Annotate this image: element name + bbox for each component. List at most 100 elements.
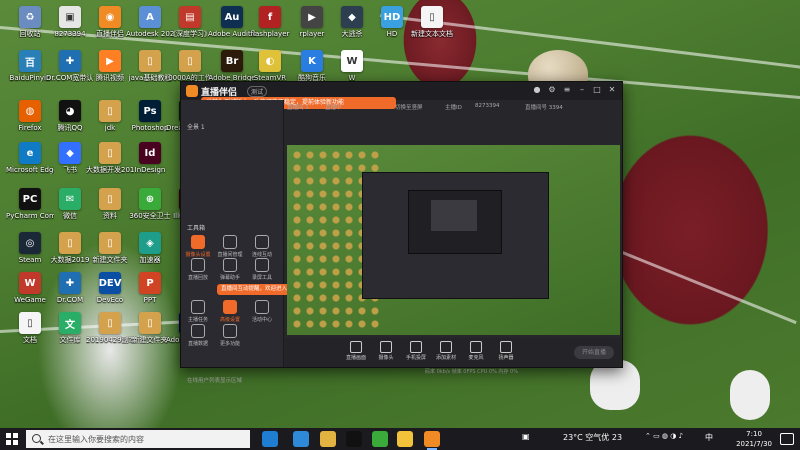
camera-icon <box>380 341 392 353</box>
stream-preview[interactable] <box>287 145 620 335</box>
app-icon: Br <box>221 50 243 72</box>
input-method[interactable]: 中 <box>705 432 713 443</box>
control-button[interactable]: 扬声器 <box>493 341 519 361</box>
live-app-taskbar-icon[interactable] <box>424 431 440 450</box>
close-icon[interactable]: ✕ <box>608 86 616 94</box>
app-icon: P <box>139 272 161 294</box>
tool-icon <box>255 258 269 272</box>
app-icon: Id <box>139 142 161 164</box>
app-icon: Au <box>221 6 243 28</box>
tool-item[interactable]: 高级设置 <box>217 300 243 323</box>
tool-item[interactable]: 弹幕助手 <box>217 258 243 281</box>
tool-icon <box>255 235 269 249</box>
bottom-controls: 直播画面 摄像头 手机投屏 添加素材 麦克风 扬声器 开始直播 <box>285 338 622 367</box>
weather-status[interactable]: 23°C 空气优 23 <box>563 432 622 443</box>
desktop-icon[interactable]: Id InDesign <box>128 142 172 174</box>
go-live-button[interactable]: 开始直播 <box>574 346 614 359</box>
sidebar-footer: 在线用户列表显示区域 <box>187 378 243 384</box>
app-icon: 百 <box>19 50 41 72</box>
tool-item[interactable]: 直播间管理 <box>217 235 243 258</box>
screen-icon <box>350 341 362 353</box>
windows-start-icon[interactable] <box>6 433 18 445</box>
tool-item[interactable]: 活动中心 <box>249 300 275 323</box>
live-streaming-app-window[interactable]: 直播伴侣 测试 ● ⚙ ≡ – □ ✕ 当前为测试版本，功能可能不稳定，提前体验… <box>180 81 623 384</box>
desktop-icon-label: 《深度学习》 <box>169 30 211 38</box>
desktop-icon[interactable]: ◐ SteamVR <box>248 50 292 82</box>
desktop-icon[interactable]: P PPT <box>128 272 172 304</box>
minimize-icon[interactable]: – <box>578 86 586 94</box>
avatar-icon[interactable]: ● <box>533 86 541 94</box>
app-icon: ▯ <box>99 188 121 210</box>
app-icon: ◈ <box>139 232 161 254</box>
tool-label: 直播回放 <box>187 275 208 281</box>
tool-icon <box>191 300 205 314</box>
control-label: 摄像头 <box>378 355 394 361</box>
tool-icon <box>255 300 269 314</box>
edge-icon[interactable] <box>293 431 309 447</box>
control-button[interactable]: 直播画面 <box>343 341 369 361</box>
desktop-icon-label: 新建文本文档 <box>411 30 453 38</box>
app-icon: K <box>301 50 323 72</box>
tray-icon[interactable]: ▣ <box>522 432 530 441</box>
control-button[interactable]: 摄像头 <box>373 341 399 361</box>
desktop-icon-label: 加速器 <box>139 256 161 264</box>
room-info-bar: 直播间 1 直播中 切换至竖屏 主播ID 8273394 直播间号 3394 <box>285 102 622 112</box>
desktop-icon[interactable]: ▤ 《深度学习》 <box>168 6 212 38</box>
desktop-icon[interactable]: ▯ 新建文本文档 <box>410 6 454 38</box>
app-icon: ⊕ <box>139 188 161 210</box>
room-item[interactable]: 切换至竖屏 <box>395 103 423 111</box>
control-button[interactable]: 麦克风 <box>463 341 489 361</box>
control-button[interactable]: 添加素材 <box>433 341 459 361</box>
tool-icon <box>223 258 237 272</box>
tool-item[interactable]: 录屏工具 <box>249 258 275 281</box>
tool-icon <box>223 300 237 314</box>
app-icon: ▯ <box>99 142 121 164</box>
title-bar-controls: ● ⚙ ≡ – □ ✕ <box>533 86 616 94</box>
desktop-icon[interactable]: ◈ 加速器 <box>128 232 172 264</box>
pinned-app-icon[interactable] <box>372 431 388 447</box>
room-id: 直播间 1 <box>287 105 309 111</box>
app-icon: ♻ <box>19 6 41 28</box>
pinned-app-icon[interactable] <box>397 431 413 447</box>
media-icon <box>440 341 452 353</box>
app-icon: ▶ <box>99 50 121 72</box>
tool-icon <box>191 235 205 249</box>
tool-item[interactable]: 摄像头设置 <box>185 235 211 258</box>
task-view-icon[interactable] <box>262 431 278 447</box>
app-icon: e <box>19 142 41 164</box>
search-placeholder: 在这里输入你要搜索的内容 <box>48 435 144 444</box>
tool-icon <box>191 258 205 272</box>
control-button[interactable]: 手机投屏 <box>403 341 429 361</box>
tool-item[interactable]: 更多功能 <box>217 324 243 347</box>
menu-icon[interactable]: ≡ <box>563 86 571 94</box>
version-badge: 测试 <box>247 86 268 97</box>
sidebar: 全景 1 工具箱 摄像头设置 直播间管理 连线互动 直播回放 弹幕助手 录屏工具 主播任务 高… <box>181 100 321 384</box>
desktop-icon[interactable]: f flashplayer <box>248 6 292 38</box>
desktop-icon[interactable]: WW <box>330 50 374 82</box>
app-icon: ▯ <box>179 50 201 72</box>
desktop-icon[interactable]: ▯ 0000A的工作 <box>168 50 212 82</box>
tray-icons[interactable]: ⌃ ▭ ◍ ◑ ♪ <box>645 432 683 440</box>
taskbar-search[interactable]: 在这里输入你要搜索的内容 <box>26 430 250 448</box>
app-icon: ◕ <box>59 100 81 122</box>
app-icon: ▯ <box>19 312 41 334</box>
room-item: 直播间号 3394 <box>525 105 563 111</box>
tool-item[interactable]: 直播回放 <box>185 258 211 281</box>
tool-item[interactable]: 连线互动 <box>249 235 275 258</box>
settings-icon[interactable]: ⚙ <box>548 86 556 94</box>
microphone-icon <box>470 341 482 353</box>
notification-icon[interactable] <box>780 433 794 445</box>
tool-item[interactable]: 主播任务 <box>185 300 211 323</box>
desktop-icon-label: flashplayer <box>250 30 290 38</box>
maximize-icon[interactable]: □ <box>593 86 601 94</box>
tool-item[interactable]: 直播数据 <box>185 324 211 347</box>
app-icon: ▯ <box>421 6 443 28</box>
app-icon: ▤ <box>179 6 201 28</box>
scene-label[interactable]: 全景 1 <box>187 122 205 131</box>
tool-label: 弹幕助手 <box>219 275 240 281</box>
pinned-app-icon[interactable] <box>346 431 362 447</box>
file-explorer-icon[interactable] <box>320 431 336 447</box>
clock[interactable]: 7:10 2021/7/30 <box>736 429 772 449</box>
app-icon: ◆ <box>341 6 363 28</box>
app-icon: A <box>139 6 161 28</box>
